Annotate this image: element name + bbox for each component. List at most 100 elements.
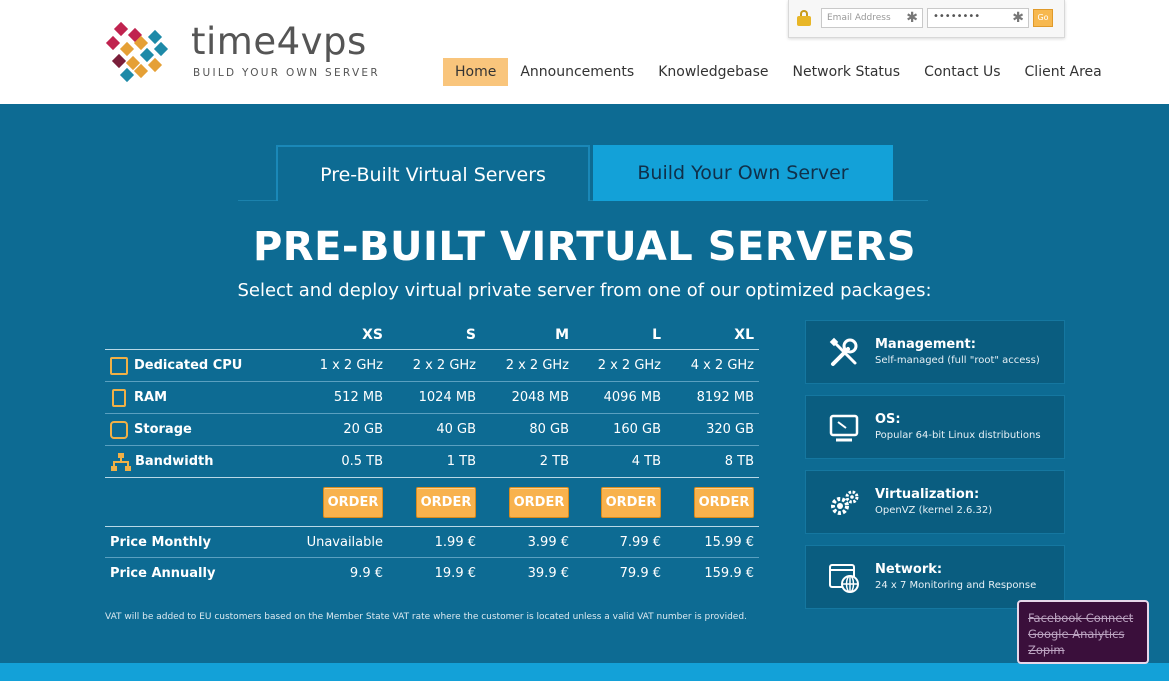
feature-desc: Popular 64-bit Linux distributions [875,430,1041,441]
required-asterisk-icon: ✱ [1012,10,1024,26]
page-subtitle: Select and deploy virtual private server… [237,280,932,301]
main-nav: Home Announcements Knowledgebase Network… [443,58,1114,86]
monitor-icon [829,414,859,442]
password-value: •••••••• [933,11,981,22]
feature-desc: Self-managed (full "root" access) [875,355,1040,366]
cpu-icon [110,356,128,375]
consent-item-zopim[interactable]: Zopim [1028,642,1138,658]
table-cell: 2048 MB [511,390,569,405]
consent-item-google-analytics[interactable]: Google Analytics [1028,626,1138,642]
table-cell: 8 TB [724,454,754,469]
price-cell: 159.9 € [704,566,754,581]
order-cell: ORDER [661,478,754,526]
feature-title: Virtualization: [875,487,980,502]
email-field[interactable]: Email Address ✱ [821,8,923,28]
brand-tagline: BUILD YOUR OWN SERVER [193,67,380,79]
consent-item-facebook[interactable]: Facebook Connect [1028,610,1138,626]
order-button-xs[interactable]: ORDER [323,486,383,518]
order-cell: ORDER [569,478,661,526]
nav-contact-us[interactable]: Contact Us [912,58,1012,86]
table-row: RAM 512 MB 1024 MB 2048 MB 4096 MB 8192 … [105,382,759,414]
row-label: Bandwidth [110,446,213,477]
table-cell: 4 TB [631,454,661,469]
nav-home[interactable]: Home [443,58,509,86]
order-button-s[interactable]: ORDER [416,486,476,518]
table-cell: 80 GB [529,422,569,437]
bandwidth-icon [111,452,131,471]
table-cell: 160 GB [613,422,661,437]
table-cell: 2 TB [539,454,569,469]
vat-note: VAT will be added to EU customers based … [105,612,747,622]
order-row: ORDER ORDER ORDER ORDER ORDER [105,478,759,527]
order-button-l[interactable]: ORDER [601,486,661,518]
table-cell: 2 x 2 GHz [597,358,661,373]
table-cell: 40 GB [436,422,476,437]
go-button[interactable]: Go [1033,9,1053,27]
order-cell: ORDER [476,478,569,526]
table-cell: 1 TB [446,454,476,469]
storage-icon [110,420,128,439]
order-button-m[interactable]: ORDER [509,486,569,518]
lock-icon [797,10,811,26]
price-cell: 39.9 € [527,566,569,581]
nav-knowledgebase[interactable]: Knowledgebase [646,58,780,86]
price-row: Price Annually 9.9 € 19.9 € 39.9 € 79.9 … [105,558,759,589]
price-cell: 7.99 € [619,534,661,550]
price-cell: 19.9 € [434,566,476,581]
email-placeholder: Email Address [827,13,891,23]
feature-management: Management: Self-managed (full "root" ac… [805,320,1065,384]
feature-virtualization: Virtualization: OpenVZ (kernel 2.6.32) [805,470,1065,534]
login-panel: Email Address ✱ •••••••• ✱ Go [788,0,1065,38]
logo-diamond-icon[interactable] [105,21,172,83]
row-label: RAM [110,382,167,413]
feature-title: Management: [875,337,976,352]
price-label: Price Annually [110,566,216,581]
feature-os: OS: Popular 64-bit Linux distributions [805,395,1065,459]
pricing-table: XS S M L XL Dedicated CPU 1 x 2 GHz 2 x … [105,320,759,589]
table-cell: 4096 MB [603,390,661,405]
price-row: Price Monthly Unavailable 1.99 € 3.99 € … [105,527,759,558]
price-cell: 3.99 € [527,534,569,550]
gears-icon [831,490,859,515]
ram-icon [112,388,126,407]
price-cell: 1.99 € [434,534,476,550]
feature-desc: OpenVZ (kernel 2.6.32) [875,505,993,516]
table-cell: 8192 MB [696,390,754,405]
price-cell: 79.9 € [619,566,661,581]
nav-announcements[interactable]: Announcements [508,58,646,86]
table-row: Dedicated CPU 1 x 2 GHz 2 x 2 GHz 2 x 2 … [105,350,759,382]
cookie-consent-popup[interactable]: Facebook Connect Google Analytics Zopim [1017,600,1149,664]
feature-title: Network: [875,562,943,577]
nav-client-area[interactable]: Client Area [1013,58,1114,86]
order-cell: ORDER [290,478,383,526]
order-button-xl[interactable]: ORDER [694,486,754,518]
nav-network-status[interactable]: Network Status [781,58,913,86]
price-cell: Unavailable [306,534,383,550]
column-header: L [652,326,661,343]
page-title: PRE-BUILT VIRTUAL SERVERS [252,224,917,270]
tab-pre-built[interactable]: Pre-Built Virtual Servers [276,145,590,201]
table-cell: 4 x 2 GHz [690,358,754,373]
column-header: M [555,326,569,343]
table-cell: 512 MB [333,390,383,405]
table-row: Storage 20 GB 40 GB 80 GB 160 GB 320 GB [105,414,759,446]
brand-name[interactable]: time4vps [191,20,367,63]
table-header-row: XS S M L XL [105,320,759,350]
column-header: XL [734,326,754,343]
table-cell: 2 x 2 GHz [412,358,476,373]
feature-title: OS: [875,412,901,427]
site-header: time4vps BUILD YOUR OWN SERVER Email Add… [0,0,1169,104]
table-cell: 1 x 2 GHz [319,358,383,373]
password-field[interactable]: •••••••• ✱ [927,8,1029,28]
table-cell: 1024 MB [418,390,476,405]
price-cell: 9.9 € [349,566,383,581]
row-label: Storage [110,414,192,445]
table-cell: 20 GB [343,422,383,437]
price-cell: 15.99 € [704,534,754,550]
table-cell: 2 x 2 GHz [505,358,569,373]
price-label: Price Monthly [110,534,211,550]
order-cell: ORDER [383,478,476,526]
column-header: S [465,326,476,343]
tab-build-your-own[interactable]: Build Your Own Server [593,145,893,201]
row-label: Dedicated CPU [110,350,242,381]
